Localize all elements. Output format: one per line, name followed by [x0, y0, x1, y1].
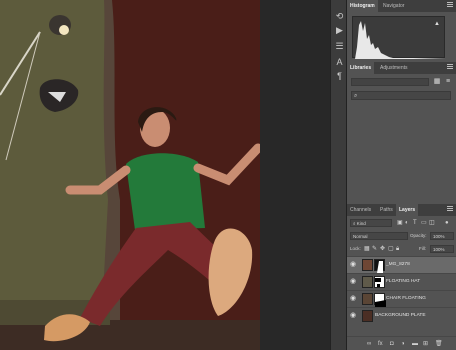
list-view-icon[interactable]: ≡	[444, 78, 452, 86]
adjustment-layer-icon[interactable]: ◑	[401, 340, 405, 348]
eye-icon[interactable]: ◉	[350, 295, 356, 303]
lock-position-icon[interactable]: ✥	[380, 245, 385, 253]
panel-menu-icon[interactable]	[447, 2, 453, 10]
lock-image-icon[interactable]: ✎	[372, 245, 377, 253]
actions-play-icon[interactable]: ▶	[333, 24, 346, 36]
lock-artboard-icon[interactable]: ▢	[388, 245, 394, 253]
layer-row[interactable]: ◉ BACKGROUND PLATE	[347, 307, 456, 324]
filter-shape-icon[interactable]: ▭	[421, 219, 427, 227]
layer-style-fx-icon[interactable]: fx	[378, 340, 383, 348]
layers-panel: ⌕ Kind ▣ ◐ T ▭ ◫ ● Normal Opacity: 100% …	[347, 216, 456, 350]
canvas-pasteboard	[260, 0, 330, 350]
layer-row[interactable]: ◉ CHAIR FLOATING	[347, 290, 456, 307]
layer-row[interactable]: ◉ FLOATING HAT	[347, 273, 456, 290]
libraries-panel: ▦ ≡ ⌕	[347, 74, 456, 204]
layer-row[interactable]: ◉ _MG_8278	[347, 256, 456, 273]
eye-icon[interactable]: ◉	[350, 312, 356, 320]
layer-name: BACKGROUND PLATE	[375, 313, 426, 318]
new-group-icon[interactable]: ▬	[412, 340, 418, 348]
filter-adjustment-icon[interactable]: ◐	[405, 219, 409, 227]
warning-icon[interactable]: ▲	[434, 21, 440, 27]
panel-menu-icon[interactable]	[447, 206, 453, 214]
properties-icon[interactable]: ☰	[333, 40, 346, 52]
fill-field[interactable]: 100%	[430, 245, 454, 253]
document-canvas[interactable]	[0, 0, 260, 350]
photoshop-window: ⟲ ▶ ☰ A ¶ Histogram Navigator ▲ Librarie…	[0, 0, 456, 350]
layer-mask-thumbnail[interactable]	[374, 293, 386, 307]
layer-thumbnail	[362, 259, 373, 271]
lock-label: Lock:	[350, 246, 361, 251]
layers-tab-bar: Channels Paths Layers	[347, 204, 456, 216]
layers-footer-toolbar: ∞ fx ◘ ◑ ▬ ⊞ 🗑︎	[347, 336, 456, 350]
right-panels: Histogram Navigator ▲ Libraries Adjustme…	[347, 0, 456, 350]
mask-shape	[377, 261, 383, 273]
character-text-icon[interactable]: A	[333, 56, 346, 68]
opacity-field[interactable]: 100%	[430, 232, 454, 240]
histogram-graph: ▲	[352, 16, 446, 59]
layer-thumbnail	[362, 276, 373, 288]
tab-adjustments[interactable]: Adjustments	[377, 62, 411, 74]
histogram-panel: ▲	[347, 12, 456, 62]
mask-shape	[375, 300, 386, 307]
layer-name: FLOATING HAT	[386, 279, 421, 284]
mask-shape	[375, 278, 381, 287]
filter-kind-value: Kind	[356, 221, 366, 226]
paragraph-icon[interactable]: ¶	[333, 70, 346, 82]
lock-all-icon[interactable]: 🔒︎	[396, 245, 399, 253]
blend-mode-select[interactable]: Normal	[350, 232, 408, 240]
new-layer-icon[interactable]: ⊞	[423, 340, 428, 348]
tab-libraries[interactable]: Libraries	[347, 62, 375, 74]
layer-mask-thumbnail[interactable]	[374, 276, 385, 288]
filter-toggle-icon[interactable]: ●	[445, 219, 449, 227]
layer-thumbnail	[362, 293, 373, 305]
histogram-tab-bar: Histogram Navigator	[347, 0, 456, 12]
library-search-input[interactable]: ⌕	[351, 91, 451, 100]
add-mask-icon[interactable]: ◘	[390, 340, 394, 348]
tab-navigator[interactable]: Navigator	[380, 0, 407, 12]
tab-layers[interactable]: Layers	[396, 204, 419, 216]
panel-icon-strip: ⟲ ▶ ☰ A ¶	[330, 0, 347, 350]
history-icon[interactable]: ⟲	[333, 10, 346, 22]
fill-label: Fill:	[419, 246, 426, 251]
library-select[interactable]	[351, 78, 429, 86]
layer-thumbnail	[362, 310, 373, 322]
canvas-photo	[0, 0, 260, 350]
libraries-tab-bar: Libraries Adjustments	[347, 62, 456, 74]
layer-mask-thumbnail[interactable]	[374, 259, 385, 273]
tab-channels[interactable]: Channels	[347, 204, 374, 216]
tab-paths[interactable]: Paths	[377, 204, 396, 216]
tab-histogram[interactable]: Histogram	[347, 0, 378, 12]
panel-menu-icon[interactable]	[447, 64, 453, 72]
layer-name: _MG_8278	[386, 262, 410, 267]
filter-pixel-icon[interactable]: ▣	[397, 219, 403, 227]
grid-view-icon[interactable]: ▦	[433, 78, 441, 86]
search-icon: ⌕	[354, 93, 358, 99]
layer-filter-kind-select[interactable]: ⌕ Kind	[350, 219, 392, 227]
histogram-curve	[355, 21, 446, 59]
filter-type-icon[interactable]: T	[413, 219, 417, 227]
layer-name: CHAIR FLOATING	[386, 296, 426, 301]
trash-icon[interactable]: 🗑︎	[435, 340, 443, 348]
link-layers-icon[interactable]: ∞	[367, 340, 371, 348]
eye-icon[interactable]: ◉	[350, 278, 356, 286]
eye-icon[interactable]: ◉	[350, 261, 356, 269]
opacity-label: Opacity:	[410, 233, 427, 238]
lock-transparent-icon[interactable]: ▦	[364, 245, 370, 253]
filter-smart-object-icon[interactable]: ◫	[429, 219, 435, 227]
